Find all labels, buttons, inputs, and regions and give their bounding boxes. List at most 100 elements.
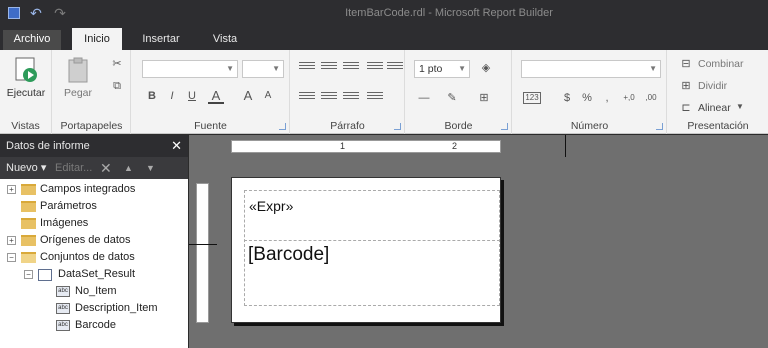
collapse-icon[interactable]: − [7, 253, 16, 262]
field-icon: abc [56, 286, 70, 297]
tab-insertar[interactable]: Insertar [132, 28, 190, 50]
underline-button[interactable]: U [184, 88, 200, 104]
delete-icon[interactable]: ✕ [100, 157, 112, 179]
font-size-select[interactable]: ▼ [242, 60, 284, 78]
group-presentacion: ⊟ Combinar ⊞ Dividir ⊏ Alinear ▼ Present… [668, 50, 768, 134]
split-icon[interactable]: ⊞ [678, 78, 694, 94]
comma-button[interactable]: , [599, 90, 615, 106]
align-left-icon[interactable] [299, 92, 315, 104]
group-numero: ▼ 123 $ % , +,0 ,00 Número [513, 50, 667, 134]
border-width-value: 1 pto [419, 63, 443, 75]
align-center-icon[interactable] [321, 92, 337, 104]
group-label-borde: Borde [444, 120, 473, 132]
tree-item-conjuntos-de-datos[interactable]: − Conjuntos de datos [0, 249, 188, 266]
collapse-icon[interactable]: − [24, 270, 33, 279]
merge-icon[interactable]: ⊟ [678, 56, 694, 72]
currency-button[interactable]: $ [559, 90, 575, 106]
ribbon-tab-bar: Archivo Inicio Insertar Vista [0, 28, 768, 50]
merge-button[interactable]: Combinar [698, 58, 744, 70]
align-top-icon[interactable] [299, 62, 315, 74]
align-right-icon[interactable] [343, 92, 359, 104]
tree-label: DataSet_Result [58, 268, 136, 280]
tree-item-no-item[interactable]: abc No_Item [0, 283, 188, 300]
report-page[interactable]: «Expr» [Barcode] [231, 177, 501, 323]
decrease-decimal-button[interactable]: ,00 [641, 90, 661, 106]
border-width-select[interactable]: 1 pto ▼ [414, 60, 470, 78]
fill-color-icon[interactable]: ◈ [478, 60, 494, 76]
increase-decimal-button[interactable]: +,0 [619, 90, 639, 106]
font-color-button[interactable]: A [208, 88, 224, 104]
horizontal-ruler: 1 2 [231, 140, 501, 153]
borders-icon[interactable]: ⊞ [476, 90, 492, 106]
design-surface[interactable]: 1 2 «Expr» [Barcode] [189, 135, 768, 348]
move-up-icon[interactable]: ▲ [124, 157, 133, 179]
align-dropdown-icon[interactable]: ▼ [736, 102, 744, 111]
cut-icon[interactable]: ✂ [109, 56, 125, 72]
border-color-icon[interactable]: ✎ [444, 90, 460, 106]
increase-indent-icon[interactable] [387, 62, 403, 74]
group-label-portapapeles: Portapapeles [60, 120, 123, 132]
new-label: Nuevo [6, 162, 38, 174]
move-down-icon[interactable]: ▼ [146, 157, 155, 179]
header-textbox[interactable]: «Expr» [249, 198, 293, 214]
close-icon[interactable]: ✕ [171, 135, 182, 157]
grow-font-button[interactable]: A [240, 88, 256, 104]
tree-item-description-item[interactable]: abc Description_Item [0, 300, 188, 317]
tab-archivo[interactable]: Archivo [3, 30, 61, 50]
tree-item-campos-integrados[interactable]: + Campos integrados [0, 181, 188, 198]
group-label-numero: Número [570, 120, 609, 132]
tree-item-parametros[interactable]: Parámetros [0, 198, 188, 215]
numero-launcher-icon[interactable] [656, 123, 663, 130]
align-bottom-icon[interactable] [343, 62, 359, 74]
tree-item-origenes-de-datos[interactable]: + Orígenes de datos [0, 232, 188, 249]
split-button[interactable]: Dividir [698, 80, 727, 92]
justify-icon[interactable] [367, 92, 383, 104]
new-button[interactable]: Nuevo ▾ [6, 157, 46, 179]
tree-item-barcode[interactable]: abc Barcode [0, 317, 188, 334]
parrafo-launcher-icon[interactable] [394, 123, 401, 130]
barcode-textbox[interactable]: [Barcode] [248, 244, 329, 266]
placeholder-icon[interactable]: 123 [523, 92, 541, 104]
fuente-launcher-icon[interactable] [279, 123, 286, 130]
number-format-select[interactable]: ▼ [521, 60, 661, 78]
tree-label: Campos integrados [40, 183, 136, 195]
vertical-ruler [196, 183, 209, 323]
tree-label: Barcode [75, 319, 116, 331]
tree-label: Imágenes [40, 217, 89, 229]
tab-vista[interactable]: Vista [200, 28, 250, 50]
copy-icon[interactable]: ⧉ [109, 78, 125, 94]
border-style-icon[interactable]: — [416, 90, 432, 106]
align-middle-icon[interactable] [321, 62, 337, 74]
group-label-presentacion: Presentación [687, 120, 749, 132]
tree-label: Orígenes de datos [40, 234, 131, 246]
title-bar: ↶ ↷ ItemBarCode.rdl - Microsoft Report B… [0, 0, 768, 28]
paste-button[interactable]: Pegar [63, 56, 93, 99]
tab-inicio[interactable]: Inicio [72, 28, 122, 50]
bold-button[interactable]: B [144, 88, 160, 104]
expand-icon[interactable]: + [7, 185, 16, 194]
run-icon [15, 57, 37, 82]
report-data-panel: Datos de informe ✕ Nuevo ▾ Editar... ✕ ▲… [0, 135, 188, 348]
tree-item-dataset-result[interactable]: − DataSet_Result [0, 266, 188, 283]
ruler-mark-1: 1 [340, 141, 346, 151]
tree-label: No_Item [75, 285, 117, 297]
align-button[interactable]: Alinear [698, 102, 731, 114]
ruler-mark-2: 2 [452, 141, 458, 151]
folder-icon [21, 184, 36, 195]
section-divider [244, 240, 500, 241]
tree-item-imagenes[interactable]: Imágenes [0, 215, 188, 232]
edit-button[interactable]: Editar... [55, 157, 92, 179]
font-name-select[interactable]: ▼ [142, 60, 238, 78]
paste-icon [68, 57, 88, 83]
borde-launcher-icon[interactable] [501, 123, 508, 130]
align-icon[interactable]: ⊏ [678, 100, 694, 116]
italic-button[interactable]: I [164, 88, 180, 104]
expand-icon[interactable]: + [7, 236, 16, 245]
shrink-font-button[interactable]: A [260, 88, 276, 104]
decrease-indent-icon[interactable] [367, 62, 383, 74]
percent-button[interactable]: % [579, 90, 595, 106]
run-label: Ejecutar [6, 87, 46, 99]
run-button[interactable]: Ejecutar [4, 56, 48, 99]
panel-title: Datos de informe [6, 140, 90, 152]
ruler-guide-line [189, 244, 217, 245]
